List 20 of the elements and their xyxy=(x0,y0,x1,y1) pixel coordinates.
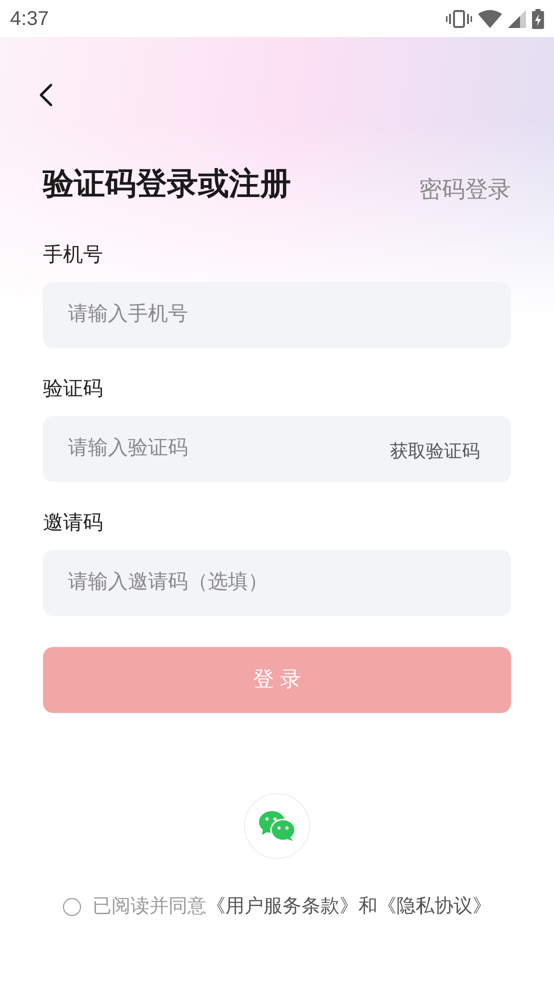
field-label: 验证码 xyxy=(43,376,104,402)
status-time: 4:37 xyxy=(10,6,49,32)
terms-link[interactable]: 《用户服务条款》 xyxy=(206,892,358,921)
field-label: 邀请码 xyxy=(43,510,104,536)
agreement-conjunction: 和 xyxy=(358,894,378,918)
battery-icon xyxy=(532,8,544,28)
page-title: 验证码登录或注册 xyxy=(43,165,291,203)
wifi-icon xyxy=(478,10,502,28)
signal-icon xyxy=(508,10,526,28)
privacy-link[interactable]: 《隐私协议》 xyxy=(378,892,492,921)
back-icon xyxy=(39,83,53,107)
input-field[interactable]: 请输入手机号 xyxy=(43,282,511,348)
agreement-text: 已阅读并同意 xyxy=(92,894,206,918)
agree-checkbox[interactable] xyxy=(62,898,80,916)
input-field[interactable]: 请输入邀请码（选填） xyxy=(43,550,511,616)
vibrate-icon xyxy=(446,10,472,28)
wechat-icon xyxy=(258,810,296,842)
wechat-login-button[interactable] xyxy=(244,792,310,858)
get-code-button[interactable]: 获取验证码 xyxy=(390,438,480,464)
field-label: 手机号 xyxy=(43,242,104,268)
